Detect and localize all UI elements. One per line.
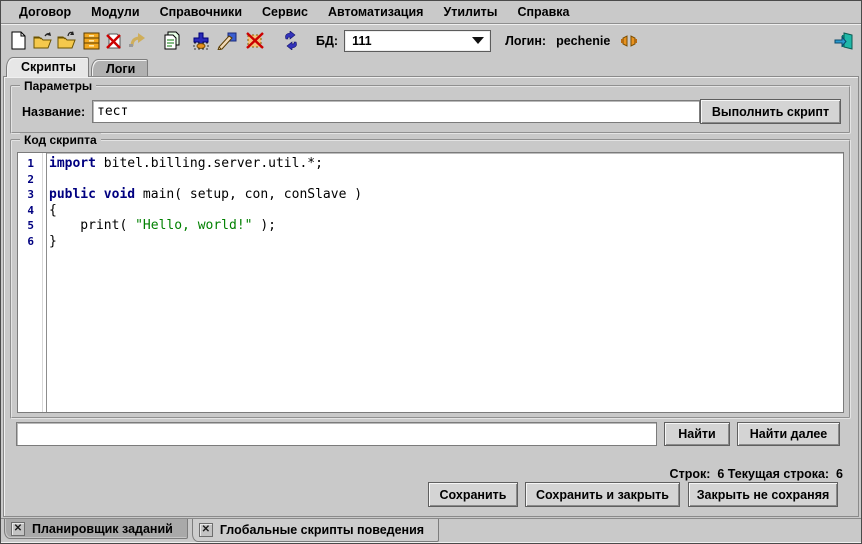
- code-text: public void main( setup, con, conSlave ): [42, 187, 362, 203]
- open-folder-alt-icon[interactable]: [56, 30, 78, 52]
- login-value: pechenie: [556, 34, 610, 48]
- menu-item-7[interactable]: Справка: [507, 2, 579, 23]
- code-line: 4{: [18, 203, 843, 219]
- params-groupbox: Параметры Название: Выполнить скрипт: [10, 85, 851, 134]
- name-label: Название:: [22, 105, 85, 119]
- code-text: import bitel.billing.server.util.*;: [42, 156, 323, 172]
- code-text: [42, 172, 49, 188]
- code-group-title: Код скрипта: [20, 133, 101, 147]
- bottom-tab-label: Глобальные скрипты поведения: [220, 523, 424, 537]
- name-input[interactable]: [92, 100, 700, 123]
- delete-document-icon[interactable]: [103, 30, 125, 52]
- search-input[interactable]: [16, 422, 657, 446]
- delete-item-icon[interactable]: [244, 30, 266, 52]
- code-line: 5 print( "Hello, world!" );: [18, 218, 843, 234]
- menu-item-5[interactable]: Автоматизация: [318, 2, 433, 23]
- current-line-value: 6: [836, 467, 843, 481]
- run-script-button[interactable]: Выполнить скрипт: [700, 99, 841, 124]
- bottom-tab-1[interactable]: ✕ Планировщик заданий: [4, 519, 188, 539]
- open-folder-icon[interactable]: [32, 30, 54, 52]
- refresh-icon[interactable]: [280, 30, 302, 52]
- scripts-tab-panel: Параметры Название: Выполнить скрипт Код…: [3, 76, 859, 517]
- menubar: ДоговорМодулиСправочникиСервисАвтоматиза…: [1, 1, 861, 24]
- line-number: 1: [18, 156, 42, 172]
- exit-icon[interactable]: [833, 30, 855, 52]
- line-number: 6: [18, 234, 42, 250]
- application-window: ДоговорМодулиСправочникиСервисАвтоматиза…: [0, 0, 862, 544]
- bottom-tab-label: Планировщик заданий: [32, 522, 173, 536]
- close-without-saving-button[interactable]: Закрыть не сохраняя: [688, 482, 838, 507]
- find-button[interactable]: Найти: [664, 422, 730, 446]
- code-text: {: [42, 203, 57, 219]
- db-combobox[interactable]: 111: [344, 30, 491, 52]
- tab-2[interactable]: Логи: [91, 59, 148, 76]
- line-number: 4: [18, 203, 42, 219]
- code-lines: 1import bitel.billing.server.util.*;23pu…: [18, 156, 843, 249]
- save-button[interactable]: Сохранить: [428, 482, 518, 507]
- code-line: 3public void main( setup, con, conSlave …: [18, 187, 843, 203]
- toolbar: БД: 111 Логин: pechenie: [1, 24, 861, 57]
- menu-item-1[interactable]: Договор: [9, 2, 81, 23]
- bottom-tabbar: ✕ Планировщик заданий ✕ Глобальные скрипты …: [1, 518, 861, 543]
- redo-arrow-icon[interactable]: [127, 30, 149, 52]
- code-groupbox: Код скрипта 1import bitel.billing.server…: [10, 139, 851, 419]
- params-group-title: Параметры: [20, 79, 96, 93]
- card-file-icon[interactable]: [80, 30, 102, 52]
- code-text: print( "Hello, world!" );: [42, 218, 276, 234]
- menu-item-2[interactable]: Модули: [81, 2, 149, 23]
- line-number: 5: [18, 218, 42, 234]
- line-number: 3: [18, 187, 42, 203]
- copy-icon[interactable]: [161, 30, 183, 52]
- login-label: Логин:: [505, 34, 546, 48]
- code-line: 6}: [18, 234, 843, 250]
- tab-1[interactable]: Скрипты: [6, 57, 89, 77]
- current-line-label: Текущая строка:: [728, 467, 829, 481]
- bottom-tab-2[interactable]: ✕ Глобальные скрипты поведения: [192, 519, 439, 542]
- code-line: 2: [18, 172, 843, 188]
- lines-count-label: Строк:: [670, 467, 711, 481]
- save-and-close-button[interactable]: Сохранить и закрыть: [525, 482, 680, 507]
- add-item-icon[interactable]: [190, 30, 212, 52]
- close-icon[interactable]: ✕: [11, 522, 25, 536]
- db-label: БД:: [316, 34, 338, 48]
- new-document-icon[interactable]: [7, 30, 29, 52]
- close-icon[interactable]: ✕: [199, 523, 213, 537]
- code-editor[interactable]: 1import bitel.billing.server.util.*;23pu…: [17, 152, 844, 413]
- menu-item-6[interactable]: Утилиты: [433, 2, 507, 23]
- connect-icon[interactable]: [618, 30, 640, 52]
- code-line: 1import bitel.billing.server.util.*;: [18, 156, 843, 172]
- edit-item-icon[interactable]: [216, 30, 238, 52]
- find-next-button[interactable]: Найти далее: [737, 422, 840, 446]
- menu-item-3[interactable]: Справочники: [150, 2, 252, 23]
- top-tabbar: СкриптыЛоги: [1, 57, 861, 76]
- menu-item-4[interactable]: Сервис: [252, 2, 318, 23]
- chevron-down-icon: [472, 37, 484, 44]
- line-number: 2: [18, 172, 42, 188]
- code-text: }: [42, 234, 57, 250]
- db-combobox-value: 111: [352, 34, 371, 48]
